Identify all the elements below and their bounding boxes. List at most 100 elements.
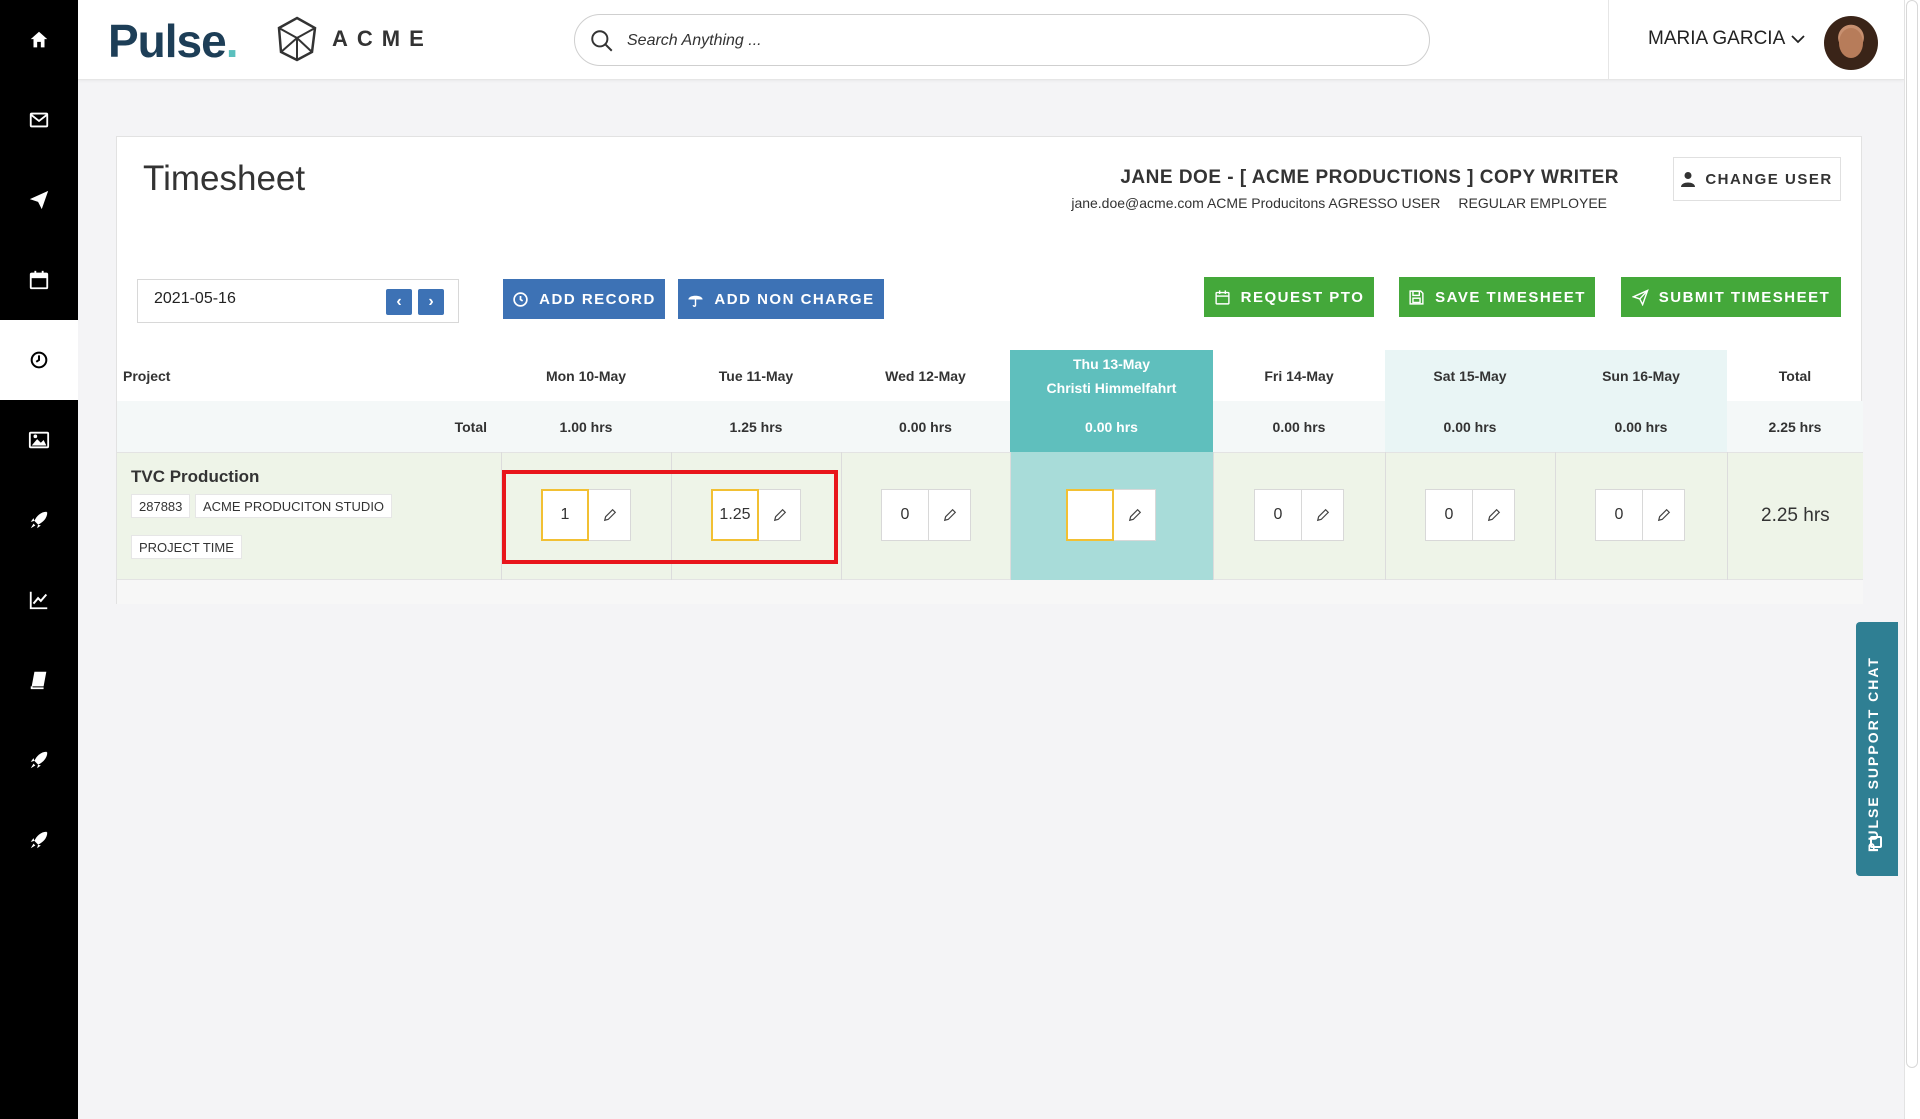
total-tue: 1.25 hrs <box>729 418 783 435</box>
sidebar-item-send[interactable] <box>0 160 78 240</box>
day-header-wed: Wed 12-May <box>885 367 966 384</box>
total-fri: 0.00 hrs <box>1272 418 1326 435</box>
employee-email: jane.doe@acme.com <box>1071 195 1204 211</box>
row-total: 2.25 hrs <box>1761 505 1830 526</box>
rocket-icon <box>30 831 48 849</box>
employee-name: JANE DOE - [ ACME PRODUCTIONS ] COPY WRI… <box>1120 167 1619 188</box>
top-header: Pulse. ACME MARIA GARCIA <box>78 0 1904 80</box>
rocket-icon <box>30 751 48 769</box>
change-user-button[interactable]: CHANGE USER <box>1673 157 1841 201</box>
calendar-icon <box>29 270 49 290</box>
request-pto-label: REQUEST PTO <box>1240 288 1365 306</box>
pencil-icon <box>1657 508 1670 522</box>
hours-cell-thu <box>1066 489 1156 541</box>
day-header-tue: Tue 11-May <box>718 367 794 384</box>
day-header-sun: Sun 16-May <box>1602 367 1680 384</box>
send-icon <box>29 190 49 210</box>
pulse-logo[interactable]: Pulse. <box>108 14 238 68</box>
acme-logo-text: ACME <box>332 26 433 51</box>
totals-row-label: Total <box>454 418 487 435</box>
add-record-label: ADD RECORD <box>539 290 656 308</box>
day-header-sat: Sat 15-May <box>1433 367 1507 384</box>
date-input[interactable] <box>154 290 374 308</box>
timesheet-card: Timesheet JANE DOE - [ ACME PRODUCTIONS … <box>116 136 1863 604</box>
calendar-icon <box>1215 289 1230 305</box>
day-header-fri: Fri 14-May <box>1264 367 1334 384</box>
total-thu: 0.00 hrs <box>1085 418 1138 435</box>
search-icon <box>591 30 613 52</box>
submit-timesheet-label: SUBMIT TIMESHEET <box>1658 288 1831 306</box>
sidebar-item-calendar[interactable] <box>0 240 78 320</box>
send-icon <box>1631 288 1649 306</box>
category-tag: PROJECT TIME <box>131 535 242 559</box>
sidebar-item-home[interactable] <box>0 0 78 80</box>
acme-logo: ACME <box>276 16 433 62</box>
sidebar-item-images[interactable] <box>0 400 78 480</box>
grand-total: 2.25 hrs <box>1768 418 1822 435</box>
book-icon <box>30 671 47 690</box>
add-non-charge-button[interactable]: ADD NON CHARGE <box>678 279 884 319</box>
umbrella-icon <box>688 295 703 307</box>
edit-hours-sat-button[interactable] <box>1473 489 1515 541</box>
add-non-charge-label: ADD NON CHARGE <box>714 290 875 308</box>
search-input[interactable] <box>627 27 1407 55</box>
page-scrollbar-thumb[interactable] <box>1906 0 1918 1068</box>
header-divider <box>1608 0 1609 80</box>
next-week-button[interactable]: › <box>418 289 444 315</box>
table-footer <box>117 580 1863 604</box>
sidebar <box>0 0 78 1119</box>
save-timesheet-label: SAVE TIMESHEET <box>1435 288 1586 306</box>
project-name[interactable]: TVC Production <box>131 467 259 487</box>
acme-logo-icon <box>277 16 317 62</box>
request-pto-button[interactable]: REQUEST PTO <box>1204 277 1374 317</box>
pencil-icon <box>1128 508 1141 522</box>
avatar[interactable] <box>1824 16 1878 70</box>
save-icon <box>1409 289 1424 305</box>
support-chat-label: PULSE SUPPORT CHAT <box>1865 656 1881 852</box>
hours-input-sat[interactable] <box>1425 489 1473 541</box>
page-title: Timesheet <box>143 159 306 198</box>
employee-meta: jane.doe@acme.com ACME Producitons AGRES… <box>1071 195 1607 211</box>
hours-input-sun[interactable] <box>1595 489 1643 541</box>
submit-timesheet-button[interactable]: SUBMIT TIMESHEET <box>1621 277 1841 317</box>
save-timesheet-button[interactable]: SAVE TIMESHEET <box>1399 277 1595 317</box>
total-column-header: Total <box>1778 367 1812 384</box>
pencil-icon <box>1316 508 1329 522</box>
previous-week-button[interactable]: ‹ <box>386 289 412 315</box>
employee-company: ACME Producitons AGRESSO USER <box>1206 195 1441 211</box>
holiday-name: Christi Himmelfahrt <box>1046 379 1177 396</box>
sidebar-item-timesheet[interactable] <box>0 320 78 400</box>
project-code-tag: 287883 <box>131 494 191 518</box>
sidebar-item-reports[interactable] <box>0 560 78 640</box>
add-record-button[interactable]: ADD RECORD <box>503 279 665 319</box>
hours-input-wed[interactable] <box>881 489 929 541</box>
edit-hours-sun-button[interactable] <box>1643 489 1685 541</box>
day-header-thu-label: Thu 13-May <box>1072 355 1150 372</box>
hours-input-fri[interactable] <box>1254 489 1302 541</box>
highlight-annotation-box <box>502 470 838 564</box>
sidebar-item-mail[interactable] <box>0 80 78 160</box>
edit-hours-wed-button[interactable] <box>929 489 971 541</box>
chevron-down-icon <box>1791 35 1805 44</box>
hours-cell-wed <box>881 489 971 541</box>
edit-hours-fri-button[interactable] <box>1302 489 1344 541</box>
sidebar-item-launch-2[interactable] <box>0 720 78 800</box>
user-icon <box>1681 172 1696 187</box>
support-chat-tab[interactable]: PULSE SUPPORT CHAT <box>1856 622 1898 876</box>
rocket-icon <box>30 511 48 529</box>
hours-cell-sat <box>1425 489 1515 541</box>
sidebar-item-docs[interactable] <box>0 640 78 720</box>
total-sat: 0.00 hrs <box>1443 418 1497 435</box>
studio-tag: ACME PRODUCITON STUDIO <box>195 494 393 518</box>
user-name: MARIA GARCIA <box>1648 28 1786 49</box>
search-bar[interactable] <box>574 14 1430 66</box>
hours-input-thu[interactable] <box>1066 489 1114 541</box>
sidebar-item-launch[interactable] <box>0 480 78 560</box>
edit-hours-thu-button[interactable] <box>1114 489 1156 541</box>
sidebar-item-launch-3[interactable] <box>0 800 78 880</box>
user-menu[interactable]: MARIA GARCIA <box>1648 28 1805 50</box>
total-mon: 1.00 hrs <box>559 418 613 435</box>
home-icon <box>30 31 48 48</box>
employee-type: REGULAR EMPLOYEE <box>1458 195 1607 211</box>
week-date-picker[interactable]: ‹ › <box>137 279 459 323</box>
